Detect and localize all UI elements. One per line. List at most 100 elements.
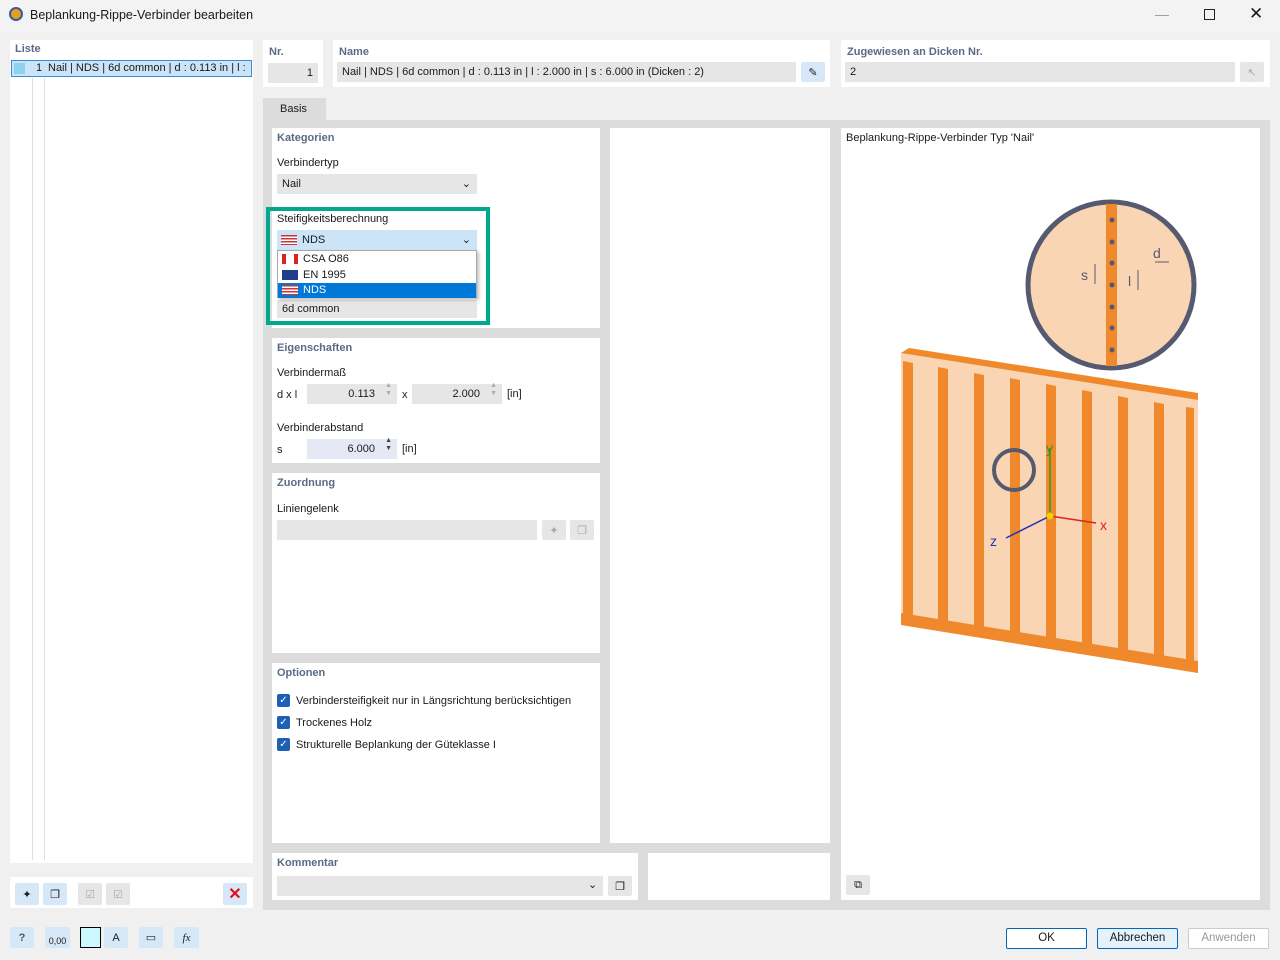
l-input[interactable]: 2.000 ▲ ▼ — [412, 382, 502, 404]
detail-circle — [1025, 199, 1197, 371]
dxl-label: d x l — [277, 389, 298, 401]
title-bar: Beplankung-Rippe-Verbinder bearbeiten — … — [0, 0, 1280, 32]
middle-panel — [610, 128, 830, 843]
edit-name-button[interactable]: ✎ — [801, 62, 825, 82]
list-panel: Liste 1 Nail | NDS | 6d common | d : 0.1… — [10, 40, 253, 908]
preview-panel: Beplankung-Rippe-Verbinder Typ 'Nail' y … — [841, 128, 1260, 900]
assigned-field[interactable]: 2 — [845, 62, 1235, 82]
canada-flag-icon — [282, 254, 298, 265]
steifigkeit-select[interactable]: NDS ⌄ — [277, 230, 477, 250]
eu-flag-icon — [282, 270, 298, 281]
connector-diagram: y x z s d l — [901, 199, 1198, 673]
maximize-button[interactable] — [1204, 9, 1215, 20]
option-en[interactable]: EN 1995 — [278, 267, 476, 283]
list-header: Liste — [15, 43, 41, 55]
verbindertyp-select[interactable]: Nail ⌄ — [277, 174, 477, 194]
unit-label: [in] — [507, 388, 522, 400]
steifigkeit-value: NDS — [302, 234, 326, 246]
option-checkbox[interactable]: ✓ — [277, 694, 290, 707]
spinner-icon[interactable]: ▲ ▼ — [490, 382, 497, 398]
kommentar-button[interactable]: ❐ — [608, 876, 632, 896]
kategorien-header: Kategorien — [277, 132, 335, 144]
name-panel: Name Nail | NDS | 6d common | d : 0.113 … — [333, 40, 830, 87]
s-value: 6.000 — [347, 443, 375, 455]
copy-item-button[interactable]: ❐ — [43, 883, 67, 905]
minimize-button[interactable]: — — [1155, 6, 1169, 22]
verbindertyp-value: Nail — [282, 178, 301, 190]
assigned-label: Zugewiesen an Dicken Nr. — [847, 46, 983, 58]
list-item[interactable]: 1 Nail | NDS | 6d common | d : 0.113 in … — [11, 60, 252, 77]
delete-button[interactable]: ✕ — [223, 883, 247, 905]
pick-button[interactable]: ↖ — [1240, 62, 1264, 82]
kommentar-panel: Kommentar ⌄ ❐ — [272, 853, 638, 900]
usa-flag-icon — [281, 235, 297, 246]
l-value: 2.000 — [452, 388, 480, 400]
verbindertyp-label: Verbindertyp — [277, 157, 339, 169]
eigenschaften-panel: Eigenschaften Verbindermaß d x l 0.113 ▲ ▼… — [272, 338, 600, 463]
kommentar-select[interactable] — [277, 876, 603, 896]
list-divider — [44, 78, 45, 860]
view-button[interactable]: ▭ — [139, 927, 163, 948]
name-label: Name — [339, 46, 369, 58]
close-button[interactable]: ✕ — [1249, 4, 1263, 24]
tab-basis[interactable]: Basis — [263, 98, 326, 120]
d-input[interactable]: 0.113 ▲ ▼ — [307, 382, 397, 404]
option-nds[interactable]: NDS — [278, 283, 476, 298]
d-value: 0.113 — [348, 388, 375, 400]
steifigkeit-dropdown: CSA O86 EN 1995 NDS — [277, 250, 477, 298]
check-all-button[interactable]: ☑ — [78, 883, 102, 905]
help-button[interactable]: ? — [10, 927, 34, 948]
option-label: Verbindersteifigkeit nur in Längsrichtun… — [296, 695, 572, 707]
chevron-down-icon: ⌄ — [461, 234, 471, 246]
name-field[interactable]: Nail | NDS | 6d common | d : 0.113 in | … — [337, 62, 796, 82]
formula-button[interactable]: fx — [174, 927, 199, 948]
app-icon — [9, 7, 23, 21]
dim-l-label: l — [1128, 273, 1131, 289]
new-liniengelenk-button[interactable]: ✦ — [542, 520, 566, 540]
kommentar-header: Kommentar — [277, 857, 339, 869]
spinner-icon[interactable]: ▲ ▼ — [385, 382, 392, 398]
edit-liniengelenk-button[interactable]: ❐ — [570, 520, 594, 540]
verbinderabstand-label: Verbinderabstand — [277, 422, 364, 434]
display-button[interactable]: A — [104, 927, 128, 948]
optionen-header: Optionen — [277, 667, 326, 679]
check-toggle-button[interactable]: ☑ — [106, 883, 130, 905]
option-checkbox[interactable]: ✓ — [277, 738, 290, 751]
list-item-label: Nail | NDS | 6d common | d : 0.113 in | … — [48, 62, 246, 74]
nr-field[interactable]: 1 — [268, 63, 318, 83]
view-options-button[interactable]: ⧉ — [846, 875, 870, 895]
option-csa[interactable]: CSA O86 — [278, 251, 476, 267]
option-label: CSA O86 — [303, 253, 349, 265]
new-item-button[interactable]: ✦ — [15, 883, 39, 905]
s-input[interactable]: 6.000 ▲ ▼ — [307, 437, 397, 459]
cancel-button[interactable]: Abbrechen — [1097, 928, 1178, 949]
chevron-down-icon: ⌄ — [588, 879, 598, 891]
s-label: s — [277, 444, 283, 456]
option-label: Strukturelle Beplankung der Güteklasse I — [296, 739, 496, 751]
axis-x-label: x — [1100, 517, 1107, 533]
axis-y-label: y — [1046, 440, 1053, 456]
assigned-panel: Zugewiesen an Dicken Nr. 2 ↖ — [841, 40, 1270, 87]
x-label: x — [402, 389, 408, 401]
list-item-nr: 1 — [36, 62, 43, 74]
nr-panel: Nr. 1 — [263, 40, 323, 87]
decimal-button[interactable]: 0,00 — [45, 927, 70, 948]
color-swatch — [14, 63, 25, 74]
dim-d-label: d — [1153, 245, 1161, 261]
color-button[interactable] — [80, 927, 101, 948]
apply-button[interactable]: Anwenden — [1188, 928, 1269, 949]
ok-button[interactable]: OK — [1006, 928, 1087, 949]
liniengelenk-select[interactable] — [277, 520, 537, 540]
decimal-icon: 0,00 — [48, 935, 67, 946]
usa-flag-icon — [282, 285, 298, 296]
spinner-icon[interactable]: ▲ ▼ — [385, 437, 392, 453]
list-divider — [32, 78, 33, 860]
dim-s-label: s — [1081, 267, 1088, 283]
verbindermass-label: Verbindermaß — [277, 367, 347, 379]
unit-label: [in] — [402, 443, 417, 455]
liniengelenk-label: Liniengelenk — [277, 503, 339, 515]
option-label: NDS — [303, 284, 327, 296]
option-label: Trockenes Holz — [296, 717, 373, 729]
option-checkbox[interactable]: ✓ — [277, 716, 290, 729]
eigenschaften-header: Eigenschaften — [277, 342, 353, 354]
